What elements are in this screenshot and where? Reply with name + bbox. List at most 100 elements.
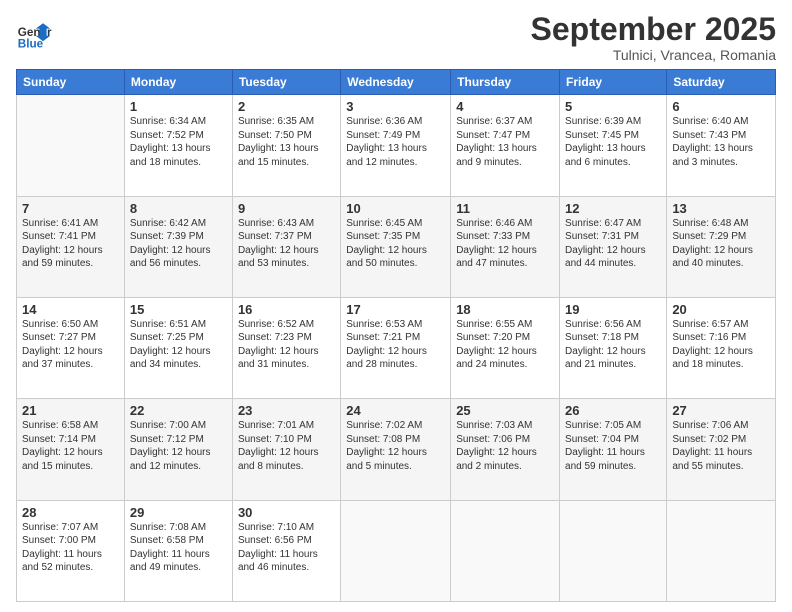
- calendar-cell: 21Sunrise: 6:58 AM Sunset: 7:14 PM Dayli…: [17, 399, 125, 500]
- col-tuesday: Tuesday: [232, 70, 340, 95]
- calendar-cell: 4Sunrise: 6:37 AM Sunset: 7:47 PM Daylig…: [451, 95, 560, 196]
- cell-content: Sunrise: 6:47 AM Sunset: 7:31 PM Dayligh…: [565, 217, 661, 271]
- cell-content: Sunrise: 6:40 AM Sunset: 7:43 PM Dayligh…: [672, 115, 770, 169]
- calendar-cell: 14Sunrise: 6:50 AM Sunset: 7:27 PM Dayli…: [17, 297, 125, 398]
- cell-content: Sunrise: 6:37 AM Sunset: 7:47 PM Dayligh…: [456, 115, 554, 169]
- day-number: 19: [565, 302, 661, 317]
- cell-content: Sunrise: 7:01 AM Sunset: 7:10 PM Dayligh…: [238, 419, 335, 473]
- generalblue-logo-icon: General Blue: [16, 16, 52, 52]
- calendar-cell: 7Sunrise: 6:41 AM Sunset: 7:41 PM Daylig…: [17, 196, 125, 297]
- cell-content: Sunrise: 6:34 AM Sunset: 7:52 PM Dayligh…: [130, 115, 227, 169]
- calendar-cell: 12Sunrise: 6:47 AM Sunset: 7:31 PM Dayli…: [560, 196, 667, 297]
- calendar-cell: 24Sunrise: 7:02 AM Sunset: 7:08 PM Dayli…: [341, 399, 451, 500]
- day-number: 29: [130, 505, 227, 520]
- title-block: September 2025 Tulnici, Vrancea, Romania: [531, 12, 776, 63]
- calendar-cell: 17Sunrise: 6:53 AM Sunset: 7:21 PM Dayli…: [341, 297, 451, 398]
- calendar-cell: 9Sunrise: 6:43 AM Sunset: 7:37 PM Daylig…: [232, 196, 340, 297]
- day-number: 4: [456, 99, 554, 114]
- calendar-cell: [341, 500, 451, 601]
- day-number: 28: [22, 505, 119, 520]
- cell-content: Sunrise: 7:03 AM Sunset: 7:06 PM Dayligh…: [456, 419, 554, 473]
- cell-content: Sunrise: 6:55 AM Sunset: 7:20 PM Dayligh…: [456, 318, 554, 372]
- cell-content: Sunrise: 6:43 AM Sunset: 7:37 PM Dayligh…: [238, 217, 335, 271]
- day-number: 16: [238, 302, 335, 317]
- cell-content: Sunrise: 6:35 AM Sunset: 7:50 PM Dayligh…: [238, 115, 335, 169]
- cell-content: Sunrise: 6:52 AM Sunset: 7:23 PM Dayligh…: [238, 318, 335, 372]
- day-number: 7: [22, 201, 119, 216]
- calendar-cell: [451, 500, 560, 601]
- calendar-cell: 18Sunrise: 6:55 AM Sunset: 7:20 PM Dayli…: [451, 297, 560, 398]
- col-friday: Friday: [560, 70, 667, 95]
- day-number: 23: [238, 403, 335, 418]
- day-number: 30: [238, 505, 335, 520]
- cell-content: Sunrise: 7:08 AM Sunset: 6:58 PM Dayligh…: [130, 521, 227, 575]
- cell-content: Sunrise: 6:45 AM Sunset: 7:35 PM Dayligh…: [346, 217, 445, 271]
- calendar-table: Sunday Monday Tuesday Wednesday Thursday…: [16, 69, 776, 602]
- cell-content: Sunrise: 6:48 AM Sunset: 7:29 PM Dayligh…: [672, 217, 770, 271]
- day-number: 22: [130, 403, 227, 418]
- cell-content: Sunrise: 6:58 AM Sunset: 7:14 PM Dayligh…: [22, 419, 119, 473]
- calendar-cell: [560, 500, 667, 601]
- day-number: 26: [565, 403, 661, 418]
- day-number: 6: [672, 99, 770, 114]
- calendar-cell: 29Sunrise: 7:08 AM Sunset: 6:58 PM Dayli…: [124, 500, 232, 601]
- calendar-cell: 2Sunrise: 6:35 AM Sunset: 7:50 PM Daylig…: [232, 95, 340, 196]
- day-number: 9: [238, 201, 335, 216]
- calendar-cell: 30Sunrise: 7:10 AM Sunset: 6:56 PM Dayli…: [232, 500, 340, 601]
- cell-content: Sunrise: 7:10 AM Sunset: 6:56 PM Dayligh…: [238, 521, 335, 575]
- week-row-3: 14Sunrise: 6:50 AM Sunset: 7:27 PM Dayli…: [17, 297, 776, 398]
- calendar-cell: [667, 500, 776, 601]
- day-number: 1: [130, 99, 227, 114]
- day-number: 21: [22, 403, 119, 418]
- day-number: 14: [22, 302, 119, 317]
- week-row-1: 1Sunrise: 6:34 AM Sunset: 7:52 PM Daylig…: [17, 95, 776, 196]
- day-number: 10: [346, 201, 445, 216]
- cell-content: Sunrise: 7:07 AM Sunset: 7:00 PM Dayligh…: [22, 521, 119, 575]
- col-saturday: Saturday: [667, 70, 776, 95]
- calendar-cell: 15Sunrise: 6:51 AM Sunset: 7:25 PM Dayli…: [124, 297, 232, 398]
- calendar-cell: 5Sunrise: 6:39 AM Sunset: 7:45 PM Daylig…: [560, 95, 667, 196]
- calendar-cell: 19Sunrise: 6:56 AM Sunset: 7:18 PM Dayli…: [560, 297, 667, 398]
- calendar-cell: 10Sunrise: 6:45 AM Sunset: 7:35 PM Dayli…: [341, 196, 451, 297]
- calendar-cell: 28Sunrise: 7:07 AM Sunset: 7:00 PM Dayli…: [17, 500, 125, 601]
- day-number: 13: [672, 201, 770, 216]
- svg-text:Blue: Blue: [18, 38, 44, 51]
- col-thursday: Thursday: [451, 70, 560, 95]
- cell-content: Sunrise: 6:41 AM Sunset: 7:41 PM Dayligh…: [22, 217, 119, 271]
- cell-content: Sunrise: 6:57 AM Sunset: 7:16 PM Dayligh…: [672, 318, 770, 372]
- col-monday: Monday: [124, 70, 232, 95]
- cell-content: Sunrise: 6:46 AM Sunset: 7:33 PM Dayligh…: [456, 217, 554, 271]
- day-number: 11: [456, 201, 554, 216]
- header: General Blue September 2025 Tulnici, Vra…: [16, 12, 776, 63]
- calendar-cell: 8Sunrise: 6:42 AM Sunset: 7:39 PM Daylig…: [124, 196, 232, 297]
- cell-content: Sunrise: 6:42 AM Sunset: 7:39 PM Dayligh…: [130, 217, 227, 271]
- week-row-5: 28Sunrise: 7:07 AM Sunset: 7:00 PM Dayli…: [17, 500, 776, 601]
- calendar-cell: 23Sunrise: 7:01 AM Sunset: 7:10 PM Dayli…: [232, 399, 340, 500]
- day-number: 17: [346, 302, 445, 317]
- calendar-cell: [17, 95, 125, 196]
- cell-content: Sunrise: 6:50 AM Sunset: 7:27 PM Dayligh…: [22, 318, 119, 372]
- calendar-cell: 11Sunrise: 6:46 AM Sunset: 7:33 PM Dayli…: [451, 196, 560, 297]
- calendar-cell: 13Sunrise: 6:48 AM Sunset: 7:29 PM Dayli…: [667, 196, 776, 297]
- day-number: 25: [456, 403, 554, 418]
- week-row-4: 21Sunrise: 6:58 AM Sunset: 7:14 PM Dayli…: [17, 399, 776, 500]
- day-number: 12: [565, 201, 661, 216]
- day-number: 20: [672, 302, 770, 317]
- calendar-cell: 3Sunrise: 6:36 AM Sunset: 7:49 PM Daylig…: [341, 95, 451, 196]
- cell-content: Sunrise: 7:02 AM Sunset: 7:08 PM Dayligh…: [346, 419, 445, 473]
- days-of-week-row: Sunday Monday Tuesday Wednesday Thursday…: [17, 70, 776, 95]
- day-number: 3: [346, 99, 445, 114]
- cell-content: Sunrise: 6:39 AM Sunset: 7:45 PM Dayligh…: [565, 115, 661, 169]
- day-number: 5: [565, 99, 661, 114]
- calendar-cell: 1Sunrise: 6:34 AM Sunset: 7:52 PM Daylig…: [124, 95, 232, 196]
- cell-content: Sunrise: 7:00 AM Sunset: 7:12 PM Dayligh…: [130, 419, 227, 473]
- calendar-cell: 25Sunrise: 7:03 AM Sunset: 7:06 PM Dayli…: [451, 399, 560, 500]
- calendar-cell: 26Sunrise: 7:05 AM Sunset: 7:04 PM Dayli…: [560, 399, 667, 500]
- month-title: September 2025: [531, 12, 776, 47]
- day-number: 24: [346, 403, 445, 418]
- calendar-cell: 22Sunrise: 7:00 AM Sunset: 7:12 PM Dayli…: [124, 399, 232, 500]
- calendar-cell: 27Sunrise: 7:06 AM Sunset: 7:02 PM Dayli…: [667, 399, 776, 500]
- day-number: 15: [130, 302, 227, 317]
- cell-content: Sunrise: 7:05 AM Sunset: 7:04 PM Dayligh…: [565, 419, 661, 473]
- day-number: 18: [456, 302, 554, 317]
